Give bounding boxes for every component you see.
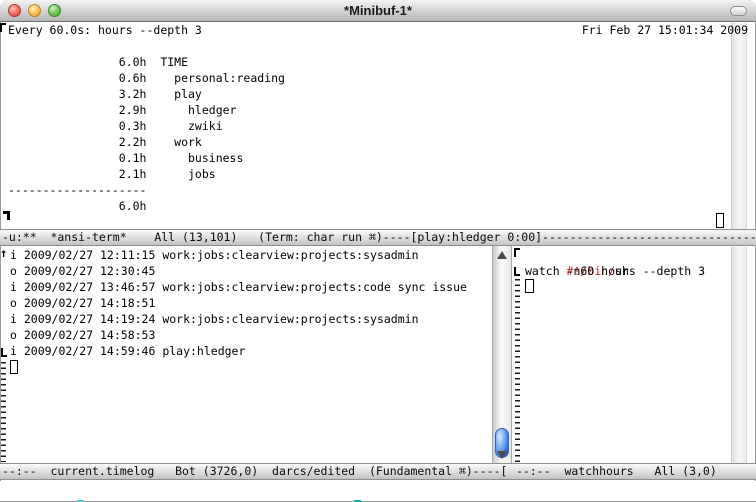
timelog-entry: i 2009/02/27 14:59:46 play:hledger xyxy=(0,343,484,359)
modeline-watchhours: --:-- watchhours All (3,0) xyxy=(514,463,756,480)
report-line: 2.1h jobs xyxy=(0,166,756,182)
minibuffer[interactable]: Redo: (ansi-term "/Users/simon/bin/watch… xyxy=(0,481,756,501)
timelog-entry: i 2009/02/27 14:19:24 work:jobs:clearvie… xyxy=(0,311,484,327)
timelog-pane[interactable]: i 2009/02/27 12:11:15 work:jobs:clearvie… xyxy=(0,247,484,463)
scroll-above-indicator-icon: ↑ xyxy=(0,248,7,258)
buffer-end-indicator-icon xyxy=(514,267,520,276)
titlebar[interactable]: *Minibuf-1* xyxy=(0,0,756,22)
emacs-window: *Minibuf-1* Every 60.0s: hours --depth 3… xyxy=(0,0,756,502)
timelog-entry: o 2009/02/27 12:30:45 xyxy=(0,263,484,279)
timelog-entry: o 2009/02/27 14:18:51 xyxy=(0,295,484,311)
cursor xyxy=(525,279,534,293)
report-line: 2.2h work xyxy=(0,134,756,150)
ansi-term-pane[interactable]: Every 60.0s: hours --depth 3 Fri Feb 27 … xyxy=(0,22,756,229)
empty-line-indicator xyxy=(1,362,6,462)
report-line: 6.0h TIME xyxy=(0,54,756,70)
script-scrollbar-track[interactable] xyxy=(731,247,747,463)
modeline-ansi-term: -u:** *ansi-term* All (13,101) (Term: ch… xyxy=(0,229,756,246)
timelog-scrollbar[interactable] xyxy=(492,246,512,463)
report-line: 0.6h personal:reading xyxy=(0,70,756,86)
empty-line-indicator xyxy=(515,279,520,462)
terminal-cursor xyxy=(716,213,724,228)
zoom-icon[interactable] xyxy=(48,4,61,17)
window-title: *Minibuf-1* xyxy=(344,3,412,18)
minimize-icon[interactable] xyxy=(28,4,41,17)
cursor xyxy=(10,360,18,374)
report-line: 0.3h zwiki xyxy=(0,118,756,134)
timelog-entry: i 2009/02/27 12:11:15 work:jobs:clearvie… xyxy=(0,247,484,263)
report-line: 0.1h business xyxy=(0,150,756,166)
scroll-down-arrow-icon[interactable] xyxy=(497,451,507,459)
watch-date-text: Fri Feb 27 15:01:34 2009 xyxy=(582,22,748,38)
modeline-timelog: --:-- current.timelog Bot (3726,0) darcs… xyxy=(0,463,514,480)
script-command-line: watch -n60 hours --depth 3 xyxy=(525,263,730,279)
report-total-line: 6.0h xyxy=(0,198,756,214)
report-separator-line: -------------------- xyxy=(0,182,756,198)
buffer-top-indicator-icon xyxy=(514,248,520,257)
buffer-end-indicator-icon xyxy=(3,211,10,220)
window-controls xyxy=(8,4,61,17)
buffer-top-indicator-icon xyxy=(0,23,6,32)
toolbar-pill-icon[interactable] xyxy=(730,6,747,16)
close-icon[interactable] xyxy=(8,4,21,17)
scroll-up-arrow-icon[interactable] xyxy=(497,251,507,259)
timelog-entry: i 2009/02/27 13:46:57 work:jobs:clearvie… xyxy=(0,279,484,295)
timelog-entry: o 2009/02/27 14:58:53 xyxy=(0,327,484,343)
watch-interval-text: Every 60.0s: hours --depth 3 xyxy=(8,22,202,38)
report-line: 3.2h play xyxy=(0,86,756,102)
script-pane[interactable]: #!/bin/sh watch -n60 hours --depth 3 xyxy=(525,247,730,463)
blank-line xyxy=(0,38,756,54)
buffer-end-indicator-icon xyxy=(1,348,7,357)
report-line: 2.9h hledger xyxy=(0,102,756,118)
